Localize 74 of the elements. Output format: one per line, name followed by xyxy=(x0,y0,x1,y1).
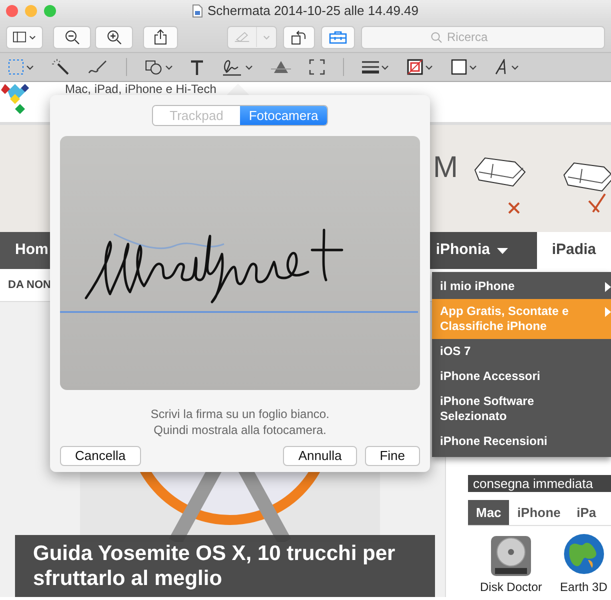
search-icon xyxy=(431,32,442,42)
promo-bar: consegna immediata xyxy=(468,475,611,492)
caret-icon xyxy=(469,64,477,70)
pen-icon xyxy=(234,31,250,43)
share-button[interactable] xyxy=(143,26,178,48)
rotate-icon xyxy=(290,29,307,45)
article-title[interactable]: Guida Yosemite OS X, 10 trucchi per sfruttarlo al meglio xyxy=(15,535,435,597)
zoom-in-icon xyxy=(106,30,122,44)
letter-t-icon xyxy=(191,60,203,74)
category-tab[interactable]: iPhone xyxy=(509,500,569,525)
caret-icon xyxy=(262,34,270,40)
magic-wand-tool[interactable] xyxy=(52,59,70,75)
cross-icon xyxy=(508,202,520,214)
dialog-button[interactable]: Fine xyxy=(364,446,420,466)
subnav-label: DA NON xyxy=(8,278,51,293)
app-name[interactable]: Disk Doctor xyxy=(480,578,542,596)
tick-icon xyxy=(588,193,606,213)
zoom-out-button[interactable] xyxy=(53,26,91,48)
app-name[interactable]: Earth 3D xyxy=(560,578,608,596)
logo-icon xyxy=(0,82,30,116)
caret-icon xyxy=(381,64,389,70)
selection-tool[interactable] xyxy=(8,59,34,75)
sketch-tool[interactable] xyxy=(88,59,108,75)
caret-icon xyxy=(496,248,508,254)
font-tool[interactable] xyxy=(495,59,519,75)
zoom-in-button[interactable] xyxy=(95,26,133,48)
share-icon xyxy=(154,29,167,45)
adjust-color-tool[interactable] xyxy=(271,60,291,74)
window-title: Schermata 2014-10-25 alle 14.49.49 xyxy=(207,2,419,20)
pen-stroke-icon xyxy=(88,59,108,75)
signature-tool[interactable] xyxy=(221,58,253,76)
prism-icon xyxy=(271,60,291,74)
sidebar-icon xyxy=(13,31,26,43)
caret-icon xyxy=(165,64,173,70)
document-icon xyxy=(192,4,204,18)
menu-item[interactable]: iPhone Recensioni xyxy=(432,429,611,454)
toolbox-icon xyxy=(328,30,347,44)
fill-color-tool[interactable] xyxy=(451,59,477,75)
text-tool[interactable] xyxy=(191,60,203,74)
menu-item[interactable]: il mio iPhone xyxy=(432,274,611,299)
signature-icon xyxy=(221,58,243,76)
category-tab[interactable]: iPa xyxy=(568,500,604,525)
wand-icon xyxy=(52,59,70,75)
site-tagline: Mac, iPad, iPhone e Hi-Tech xyxy=(65,81,216,98)
border-color-tool[interactable] xyxy=(407,59,433,75)
line-style-tool[interactable] xyxy=(362,60,389,74)
zoom-out-icon xyxy=(64,30,80,44)
adjust-size-tool[interactable] xyxy=(309,59,325,75)
ad-text: M xyxy=(433,151,458,185)
menu-item[interactable]: iOS 7 xyxy=(432,339,611,364)
square-icon xyxy=(451,59,467,75)
caret-icon xyxy=(511,64,519,70)
menu-item[interactable]: iPhone Accessori xyxy=(432,364,611,389)
hint-text: Quindi mostrala alla fotocamera. xyxy=(152,422,328,438)
shapes-icon xyxy=(145,59,163,75)
rotate-button[interactable] xyxy=(282,26,315,48)
caret-icon xyxy=(29,34,36,40)
toolbox-button[interactable] xyxy=(320,26,356,48)
dialog-button[interactable]: Annulla xyxy=(283,446,357,466)
sidebar-button[interactable] xyxy=(6,26,43,48)
lines-icon xyxy=(362,60,379,74)
caret-icon xyxy=(26,64,34,70)
hint-text: Scrivi la firma su un foglio bianco. xyxy=(150,406,330,422)
caret-icon xyxy=(245,64,253,70)
shapes-tool[interactable] xyxy=(145,59,173,75)
dialog-button[interactable]: Cancella xyxy=(60,446,141,466)
resize-icon xyxy=(309,59,325,75)
border-square-icon xyxy=(407,59,423,75)
category-tab[interactable]: Mac xyxy=(468,500,510,525)
search-field[interactable]: Ricerca xyxy=(361,26,606,48)
menu-item[interactable]: iPhone Software Selezionato xyxy=(432,389,611,429)
caret-icon xyxy=(425,64,433,70)
dashed-rectangle-icon xyxy=(8,59,24,75)
nav-link[interactable]: iPadia xyxy=(536,232,611,269)
